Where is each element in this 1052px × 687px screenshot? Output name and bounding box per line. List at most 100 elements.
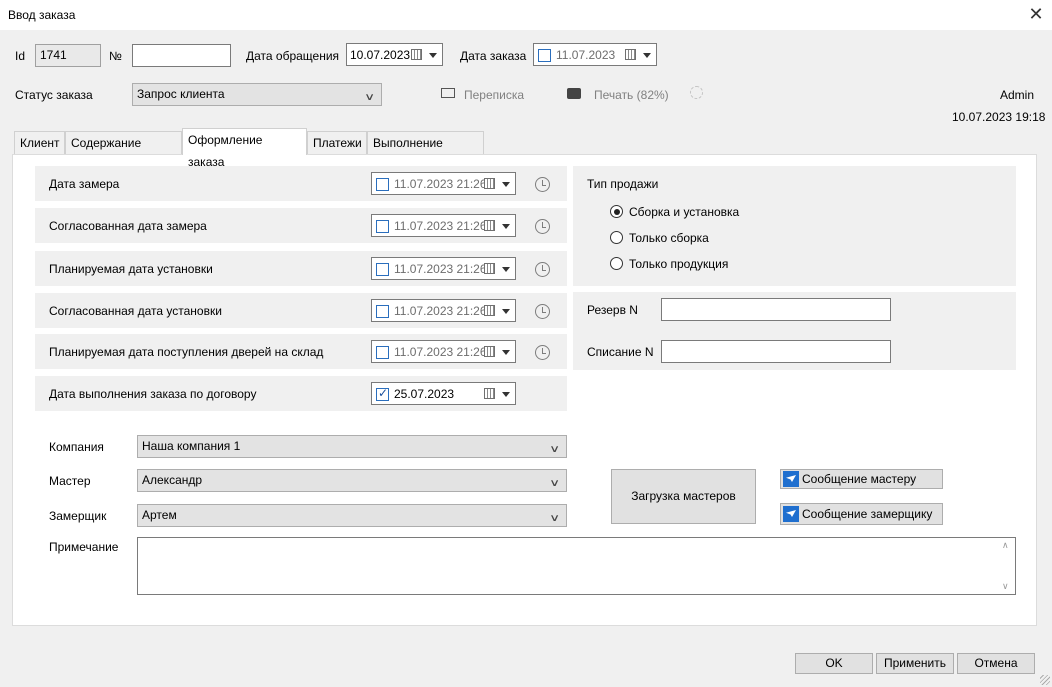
note-textarea[interactable]: ∧ ∨ — [137, 537, 1016, 595]
date-value: 11.07.2023 21:26 — [394, 177, 487, 191]
writeoff-label: Списание N — [587, 345, 654, 359]
planned-install-date-picker[interactable]: 11.07.2023 21:26 — [371, 257, 516, 280]
calendar-icon — [484, 346, 495, 357]
ok-button[interactable]: OK — [795, 653, 873, 674]
date-value: 11.07.2023 21:26 — [394, 345, 487, 359]
message-measurer-label: Сообщение замерщику — [802, 507, 933, 521]
date-checkbox[interactable] — [376, 346, 389, 359]
date-value: 11.07.2023 21:26 — [394, 219, 487, 233]
load-masters-button[interactable]: Загрузка мастеров — [611, 469, 756, 524]
reserve-label: Резерв N — [587, 303, 638, 317]
writeoff-field[interactable] — [661, 340, 891, 363]
calendar-icon — [411, 49, 422, 60]
message-master-button[interactable]: Сообщение мастеру — [780, 469, 943, 489]
appeal-date-label: Дата обращения — [246, 49, 340, 63]
tab-order-execution[interactable]: Выполнение заказа — [367, 131, 484, 172]
master-select[interactable]: Александр ∨ — [137, 469, 567, 492]
date-value: 11.07.2023 21:26 — [394, 304, 487, 318]
note-label: Примечание — [49, 540, 119, 554]
measure-date-picker[interactable]: 11.07.2023 21:26 — [371, 172, 516, 195]
agreed-measure-date-picker[interactable]: 11.07.2023 21:26 — [371, 214, 516, 237]
scroll-down-icon[interactable]: ∨ — [1002, 581, 1009, 592]
chevron-down-icon: ∨ — [548, 444, 560, 455]
telegram-icon — [783, 471, 799, 487]
reserve-field[interactable] — [661, 298, 891, 321]
measurer-label: Замерщик — [49, 509, 107, 523]
number-field[interactable] — [132, 44, 231, 67]
tab-client[interactable]: Клиент — [14, 131, 65, 155]
radio-product-only[interactable] — [610, 257, 623, 270]
number-label: № — [109, 49, 122, 63]
radio-label[interactable]: Сборка и установка — [629, 205, 739, 219]
date-checkbox[interactable] — [376, 220, 389, 233]
dropdown-arrow-icon — [429, 53, 437, 58]
tab-order-registration[interactable]: Оформление заказа — [182, 128, 307, 169]
dropdown-arrow-icon — [643, 53, 651, 58]
date-checkbox[interactable] — [376, 305, 389, 318]
dropdown-arrow-icon — [502, 309, 510, 314]
message-measurer-button[interactable]: Сообщение замерщику — [780, 503, 943, 525]
company-value: Наша компания 1 — [142, 439, 241, 453]
clock-icon[interactable] — [535, 345, 550, 360]
status-select[interactable]: Запрос клиента ∨ — [132, 83, 382, 106]
date-checkbox[interactable] — [376, 178, 389, 191]
order-date-picker[interactable]: 11.07.2023 — [533, 43, 657, 66]
status-label: Статус заказа — [15, 88, 93, 102]
order-date-value: 11.07.2023 — [556, 48, 616, 62]
date-row-label: Согласованная дата замера — [49, 219, 207, 233]
tab-payments[interactable]: Платежи — [307, 131, 367, 155]
calendar-icon — [625, 49, 636, 60]
calendar-icon — [484, 388, 495, 399]
door-arrival-date-picker[interactable]: 11.07.2023 21:26 — [371, 340, 516, 363]
cancel-button[interactable]: Отмена — [957, 653, 1035, 674]
tab-order-content[interactable]: Содержание заказа — [65, 131, 182, 172]
envelope-icon — [441, 88, 455, 98]
apply-button[interactable]: Применить — [876, 653, 954, 674]
id-field: 1741 — [35, 44, 101, 67]
agreed-install-date-picker[interactable]: 11.07.2023 21:26 — [371, 299, 516, 322]
date-row-label: Дата замера — [49, 177, 120, 191]
clock-icon[interactable] — [535, 219, 550, 234]
order-date-checkbox[interactable] — [538, 49, 551, 62]
print-button[interactable]: Печать (82%) — [594, 88, 669, 102]
appeal-date-picker[interactable]: 10.07.2023 — [346, 43, 443, 66]
clock-icon[interactable] — [535, 304, 550, 319]
date-checkbox[interactable] — [376, 263, 389, 276]
master-value: Александр — [142, 473, 203, 487]
user-name: Admin — [1000, 88, 1035, 102]
radio-label[interactable]: Только сборка — [629, 231, 709, 245]
correspondence-button[interactable]: Переписка — [464, 88, 524, 102]
date-row-label: Планируемая дата установки — [49, 262, 213, 276]
chevron-down-icon: ∨ — [548, 478, 560, 489]
date-checkbox[interactable] — [376, 386, 389, 401]
calendar-icon — [484, 178, 495, 189]
date-row-label: Дата выполнения заказа по договору — [49, 387, 257, 401]
radio-label[interactable]: Только продукция — [629, 257, 728, 271]
measurer-select[interactable]: Артем ∨ — [137, 504, 567, 527]
date-value: 11.07.2023 21:26 — [394, 262, 487, 276]
company-label: Компания — [49, 440, 104, 454]
dropdown-arrow-icon — [502, 267, 510, 272]
note-scrollbar[interactable]: ∧ ∨ — [1001, 540, 1013, 592]
clock-icon[interactable] — [535, 262, 550, 277]
refresh-icon[interactable] — [690, 86, 703, 99]
date-value: 25.07.2023 — [394, 387, 455, 401]
radio-assembly-only[interactable] — [610, 231, 623, 244]
calendar-icon — [484, 263, 495, 274]
appeal-date-value: 10.07.2023 — [350, 48, 411, 62]
dropdown-arrow-icon — [502, 182, 510, 187]
printer-icon — [567, 88, 581, 99]
chevron-down-icon: ∨ — [363, 92, 375, 103]
id-label: Id — [15, 49, 26, 63]
radio-assembly-install[interactable] — [610, 205, 623, 218]
company-select[interactable]: Наша компания 1 ∨ — [137, 435, 567, 458]
resize-grip-icon[interactable] — [1040, 675, 1050, 685]
close-icon[interactable]: ✕ — [1024, 3, 1048, 27]
contract-completion-date-picker[interactable]: 25.07.2023 — [371, 382, 516, 405]
measurer-value: Артем — [142, 508, 177, 522]
clock-icon[interactable] — [535, 177, 550, 192]
window-title: Ввод заказа — [8, 8, 76, 22]
order-date-label: Дата заказа — [460, 49, 527, 63]
master-label: Мастер — [49, 474, 91, 488]
scroll-up-icon[interactable]: ∧ — [1002, 540, 1009, 551]
